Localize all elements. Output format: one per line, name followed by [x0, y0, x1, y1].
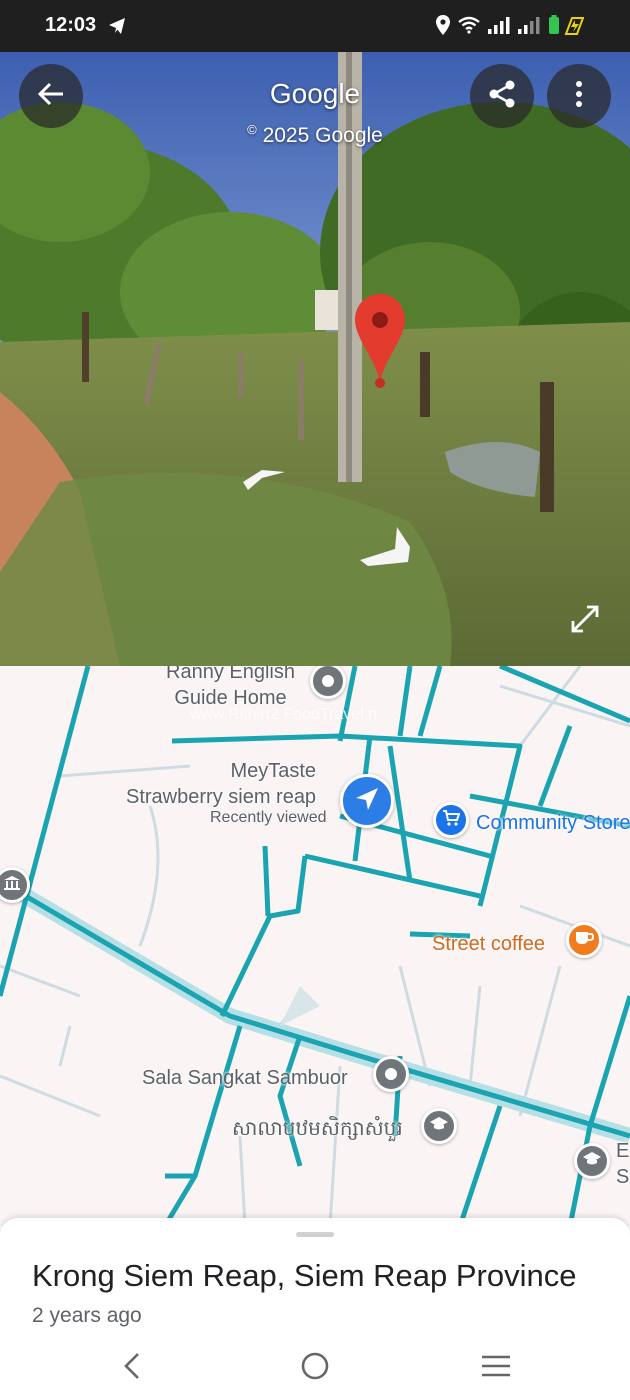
map-watermark: www.Rithirt2 FoodTravel.n — [190, 706, 378, 723]
place-bottom-sheet[interactable]: Krong Siem Reap, Siem Reap Province 2 ye… — [0, 1218, 630, 1400]
status-time: 12:03 — [45, 14, 97, 36]
image-date: 2 years ago — [32, 1304, 142, 1327]
nav-back-button[interactable] — [110, 1346, 154, 1390]
copyright-icon: © — [247, 122, 257, 137]
place-name-line2: S — [616, 1166, 630, 1188]
cafe-pin[interactable] — [566, 922, 602, 958]
street-view-panorama[interactable]: Google © 2025 Google — [0, 52, 630, 666]
expand-icon — [569, 603, 601, 640]
graduation-cap-icon — [429, 1116, 449, 1137]
museum-icon — [3, 875, 21, 896]
poi-dot-icon — [322, 675, 334, 687]
location-icon — [436, 15, 450, 35]
place-label-meytaste[interactable]: MeyTaste Strawberry siem reap — [126, 758, 316, 810]
place-label-street-coffee[interactable]: Street coffee — [432, 931, 545, 957]
shopping-cart-icon — [442, 809, 461, 832]
recently-viewed-label: Recently viewed — [210, 809, 327, 826]
navigate-location-button[interactable] — [340, 774, 394, 828]
street-view-copyright: © 2025 Google — [0, 122, 630, 148]
status-bar: 12:03 — [0, 0, 630, 52]
status-icons — [436, 15, 584, 35]
navigation-arrow-icon — [354, 786, 380, 817]
share-button[interactable] — [470, 64, 534, 128]
shop-pin[interactable] — [433, 802, 469, 838]
nav-home-button[interactable] — [293, 1346, 337, 1390]
system-nav-bar — [0, 1336, 630, 1400]
recents-menu-icon — [481, 1355, 511, 1382]
battery-icon — [548, 15, 584, 35]
place-name-line1: Ranny English — [166, 666, 295, 683]
expand-button[interactable] — [563, 599, 607, 643]
nav-recents-button[interactable] — [474, 1346, 518, 1390]
coffee-cup-icon — [574, 929, 595, 952]
back-chevron-icon — [122, 1352, 142, 1385]
wifi-icon — [458, 16, 480, 34]
school-pin[interactable] — [421, 1108, 457, 1144]
poi-dot-icon — [385, 1068, 397, 1080]
share-icon — [486, 78, 518, 115]
place-label-ranny[interactable]: Ranny English Guide Home — [166, 666, 295, 711]
copyright-text: 2025 Google — [262, 124, 383, 147]
place-name-line2: Strawberry siem reap — [126, 786, 317, 808]
graduation-cap-icon — [582, 1151, 602, 1172]
place-name-line1: MeyTaste — [230, 760, 317, 782]
street-view-title: Google — [269, 78, 361, 109]
map-view[interactable]: Ranny English Guide Home www.Rithirt2 Fo… — [0, 666, 630, 1226]
signal-icon — [518, 16, 540, 34]
home-circle-icon — [300, 1351, 330, 1386]
place-label-community-store[interactable]: Community Store — [476, 810, 630, 836]
place-label-edge[interactable]: E S — [616, 1138, 629, 1190]
more-vert-icon — [575, 80, 583, 113]
place-name-line1: E — [616, 1140, 630, 1162]
place-title: Krong Siem Reap, Siem Reap Province — [32, 1258, 577, 1293]
school-pin[interactable] — [574, 1143, 610, 1179]
signal-icon — [488, 16, 510, 34]
place-label-sala-sangkat[interactable]: Sala Sangkat Sambuor — [142, 1065, 348, 1091]
place-pin[interactable] — [373, 1056, 409, 1092]
drag-handle[interactable] — [296, 1232, 334, 1237]
more-options-button[interactable] — [547, 64, 611, 128]
place-label-school[interactable]: សាលាបឋមសិក្សាសំបួរ — [232, 1116, 403, 1142]
telegram-icon — [108, 17, 126, 40]
